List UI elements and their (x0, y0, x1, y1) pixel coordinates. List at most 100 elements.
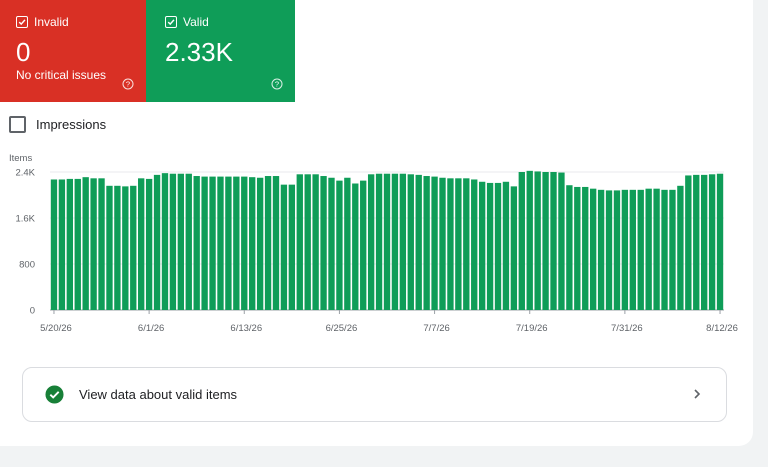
bar[interactable] (653, 188, 660, 310)
bar[interactable] (312, 174, 319, 310)
impressions-checkbox[interactable] (9, 116, 26, 133)
bar[interactable] (399, 173, 407, 310)
bar[interactable] (209, 176, 216, 310)
bar[interactable] (264, 176, 272, 310)
bar[interactable] (661, 189, 668, 310)
bar[interactable] (415, 174, 422, 310)
bar[interactable] (153, 174, 161, 310)
bar[interactable] (574, 186, 581, 310)
bar[interactable] (98, 178, 105, 310)
svg-text:?: ? (126, 80, 130, 89)
bar[interactable] (256, 177, 264, 310)
bar[interactable] (272, 176, 280, 310)
bar[interactable] (502, 181, 510, 310)
invalid-status-tile[interactable]: Invalid 0 No critical issues ? (0, 0, 146, 102)
valid-checkbox-icon[interactable] (165, 16, 177, 28)
bar[interactable] (486, 182, 494, 310)
bar[interactable] (225, 176, 232, 310)
bar[interactable] (145, 178, 153, 310)
invalid-label: Invalid (34, 15, 69, 29)
bar[interactable] (637, 189, 644, 310)
bar[interactable] (677, 185, 684, 310)
bar[interactable] (693, 174, 700, 310)
bar[interactable] (669, 189, 676, 310)
bar[interactable] (360, 180, 367, 310)
bar[interactable] (613, 190, 621, 310)
bar[interactable] (138, 178, 145, 310)
bar[interactable] (471, 179, 478, 310)
bar[interactable] (74, 178, 81, 310)
bar[interactable] (463, 178, 470, 310)
bar[interactable] (280, 184, 288, 310)
bar[interactable] (66, 178, 73, 310)
bar[interactable] (439, 177, 446, 310)
bar[interactable] (605, 190, 613, 310)
impressions-toggle[interactable]: Impressions (9, 116, 106, 133)
bar[interactable] (383, 173, 391, 310)
bar[interactable] (375, 173, 383, 310)
bar[interactable] (558, 172, 565, 310)
bar[interactable] (455, 178, 462, 310)
bar[interactable] (320, 176, 327, 310)
bar[interactable] (336, 180, 343, 310)
bar[interactable] (589, 188, 597, 310)
bar[interactable] (249, 177, 256, 310)
bar[interactable] (288, 184, 296, 310)
bar[interactable] (566, 185, 573, 310)
bar[interactable] (50, 179, 58, 310)
bar[interactable] (169, 173, 177, 310)
bar[interactable] (217, 176, 224, 310)
bar[interactable] (526, 170, 533, 310)
bar[interactable] (58, 179, 66, 310)
bar[interactable] (542, 172, 549, 310)
help-icon[interactable]: ? (271, 78, 283, 90)
bar[interactable] (494, 182, 502, 310)
bar[interactable] (185, 173, 192, 310)
bar[interactable] (177, 173, 185, 310)
bar[interactable] (367, 174, 375, 310)
bar[interactable] (708, 174, 716, 310)
bar[interactable] (447, 178, 454, 310)
bar[interactable] (423, 176, 430, 310)
bar[interactable] (122, 186, 129, 310)
bar[interactable] (534, 171, 541, 310)
bar[interactable] (407, 174, 414, 310)
bar[interactable] (90, 178, 97, 310)
bar[interactable] (296, 174, 303, 310)
bar[interactable] (685, 175, 692, 310)
bar[interactable] (130, 185, 137, 310)
bar[interactable] (597, 189, 605, 310)
help-icon[interactable]: ? (122, 78, 134, 90)
bar[interactable] (518, 172, 525, 310)
bar[interactable] (233, 176, 240, 310)
y-tick-label: 1.6K (15, 214, 35, 225)
items-bar-chart: Items 2.4K 1.6K 800 0 5/20/26 6/1/26 6/13/26 6/2… (9, 153, 738, 334)
bar[interactable] (629, 189, 636, 310)
bar[interactable] (161, 173, 169, 310)
valid-status-tile[interactable]: Valid 2.33K ? (146, 0, 295, 102)
bar[interactable] (431, 176, 438, 310)
invalid-tile-header: Invalid (16, 15, 69, 29)
bar[interactable] (304, 174, 311, 310)
bar[interactable] (645, 188, 652, 310)
bar[interactable] (701, 174, 708, 310)
bar[interactable] (82, 177, 89, 310)
bar[interactable] (114, 185, 121, 310)
bar[interactable] (582, 186, 589, 310)
bar[interactable] (621, 189, 629, 310)
bar[interactable] (106, 185, 113, 310)
bar[interactable] (352, 183, 359, 311)
svg-text:?: ? (275, 80, 279, 89)
invalid-checkbox-icon[interactable] (16, 16, 28, 28)
bar[interactable] (328, 177, 335, 310)
view-valid-items-link[interactable]: View data about valid items (22, 367, 727, 422)
bar[interactable] (344, 177, 351, 310)
bar[interactable] (478, 181, 486, 310)
bar[interactable] (391, 173, 399, 310)
bar[interactable] (550, 172, 557, 310)
bar[interactable] (510, 186, 518, 310)
bar[interactable] (241, 176, 248, 310)
bar[interactable] (193, 176, 200, 310)
bar[interactable] (716, 173, 724, 310)
bar[interactable] (201, 176, 208, 310)
